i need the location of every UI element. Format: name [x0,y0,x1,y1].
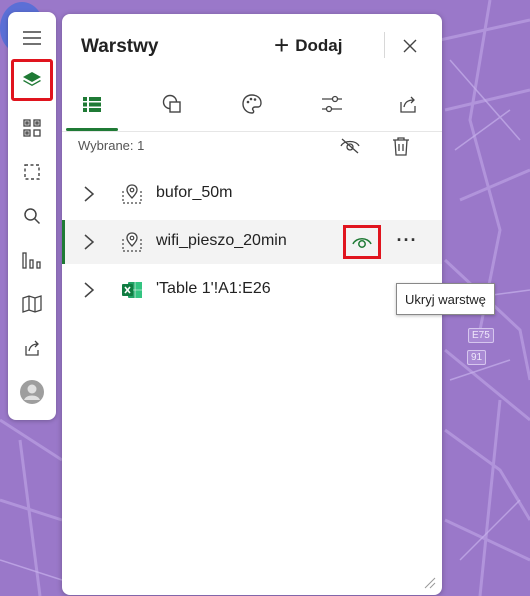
share-icon [400,96,416,113]
map-pin-layer-icon [120,230,144,254]
search-button[interactable] [12,196,52,236]
more-options-button[interactable]: ··· [392,230,422,254]
toggle-visibility-button[interactable] [343,225,381,259]
search-icon [24,208,41,225]
hide-selected-button[interactable] [336,132,364,160]
tab-filters[interactable] [308,80,356,128]
layer-name: wifi_pieszo_20min [156,232,287,249]
plus-icon: + [274,30,290,60]
tabs-divider [62,131,442,132]
layers-icon [23,72,41,86]
selection-icon [24,164,40,180]
layers-button[interactable] [11,59,53,101]
tooltip: Ukryj warstwę [396,283,495,315]
map-icon [22,295,42,313]
palette-icon [242,94,262,114]
close-icon [403,39,417,53]
tab-layers-list[interactable] [68,80,116,128]
eye-off-icon [340,138,360,154]
charts-button[interactable] [12,240,52,280]
chevron-right-icon[interactable] [82,232,96,252]
bar-chart-icon [22,252,41,269]
layer-row[interactable]: bufor_50m [62,172,442,216]
hamburger-icon [23,31,41,45]
qr-button[interactable] [12,108,52,148]
select-area-button[interactable] [12,152,52,192]
excel-icon [120,278,144,302]
chevron-right-icon[interactable] [82,184,96,204]
account-button[interactable] [12,372,52,412]
map-pin-layer-icon [120,182,144,206]
layers-panel: Warstwy + Dodaj Wybrane: 1 bufor_50m wif… [62,14,442,595]
avatar-icon [20,380,44,404]
basemap-button[interactable] [12,284,52,324]
menu-button[interactable] [12,18,52,58]
map-road-badge: 91 [467,350,487,365]
close-panel-button[interactable] [392,30,428,62]
layer-name: 'Table 1'!A1:E26 [156,280,271,297]
tab-styles[interactable] [228,80,276,128]
shapes-icon [162,94,181,113]
left-toolbar [8,12,56,420]
layer-row-hovered[interactable]: wifi_pieszo_20min ··· [62,220,442,264]
add-layer-label: Dodaj [295,36,343,55]
eye-icon [352,238,372,248]
map-road-badge: E75 [468,328,494,343]
layer-name: bufor_50m [156,184,233,201]
panel-title: Warstwy [81,36,159,57]
tab-shapes[interactable] [148,80,196,128]
qr-code-icon [23,119,41,137]
panel-tabs [62,80,442,132]
tab-export[interactable] [384,80,432,128]
resize-handle-icon[interactable] [422,575,436,589]
list-icon [83,97,101,112]
selected-count: Wybrane: 1 [78,138,145,153]
sliders-icon [322,95,342,113]
delete-selected-button[interactable] [387,132,415,160]
header-divider [384,32,385,58]
trash-icon [393,137,409,156]
layer-row[interactable]: 'Table 1'!A1:E26 [62,268,442,312]
share-icon [25,340,39,356]
add-layer-button[interactable]: + Dodaj [274,30,342,62]
chevron-right-icon[interactable] [82,280,96,300]
share-button[interactable] [12,328,52,368]
